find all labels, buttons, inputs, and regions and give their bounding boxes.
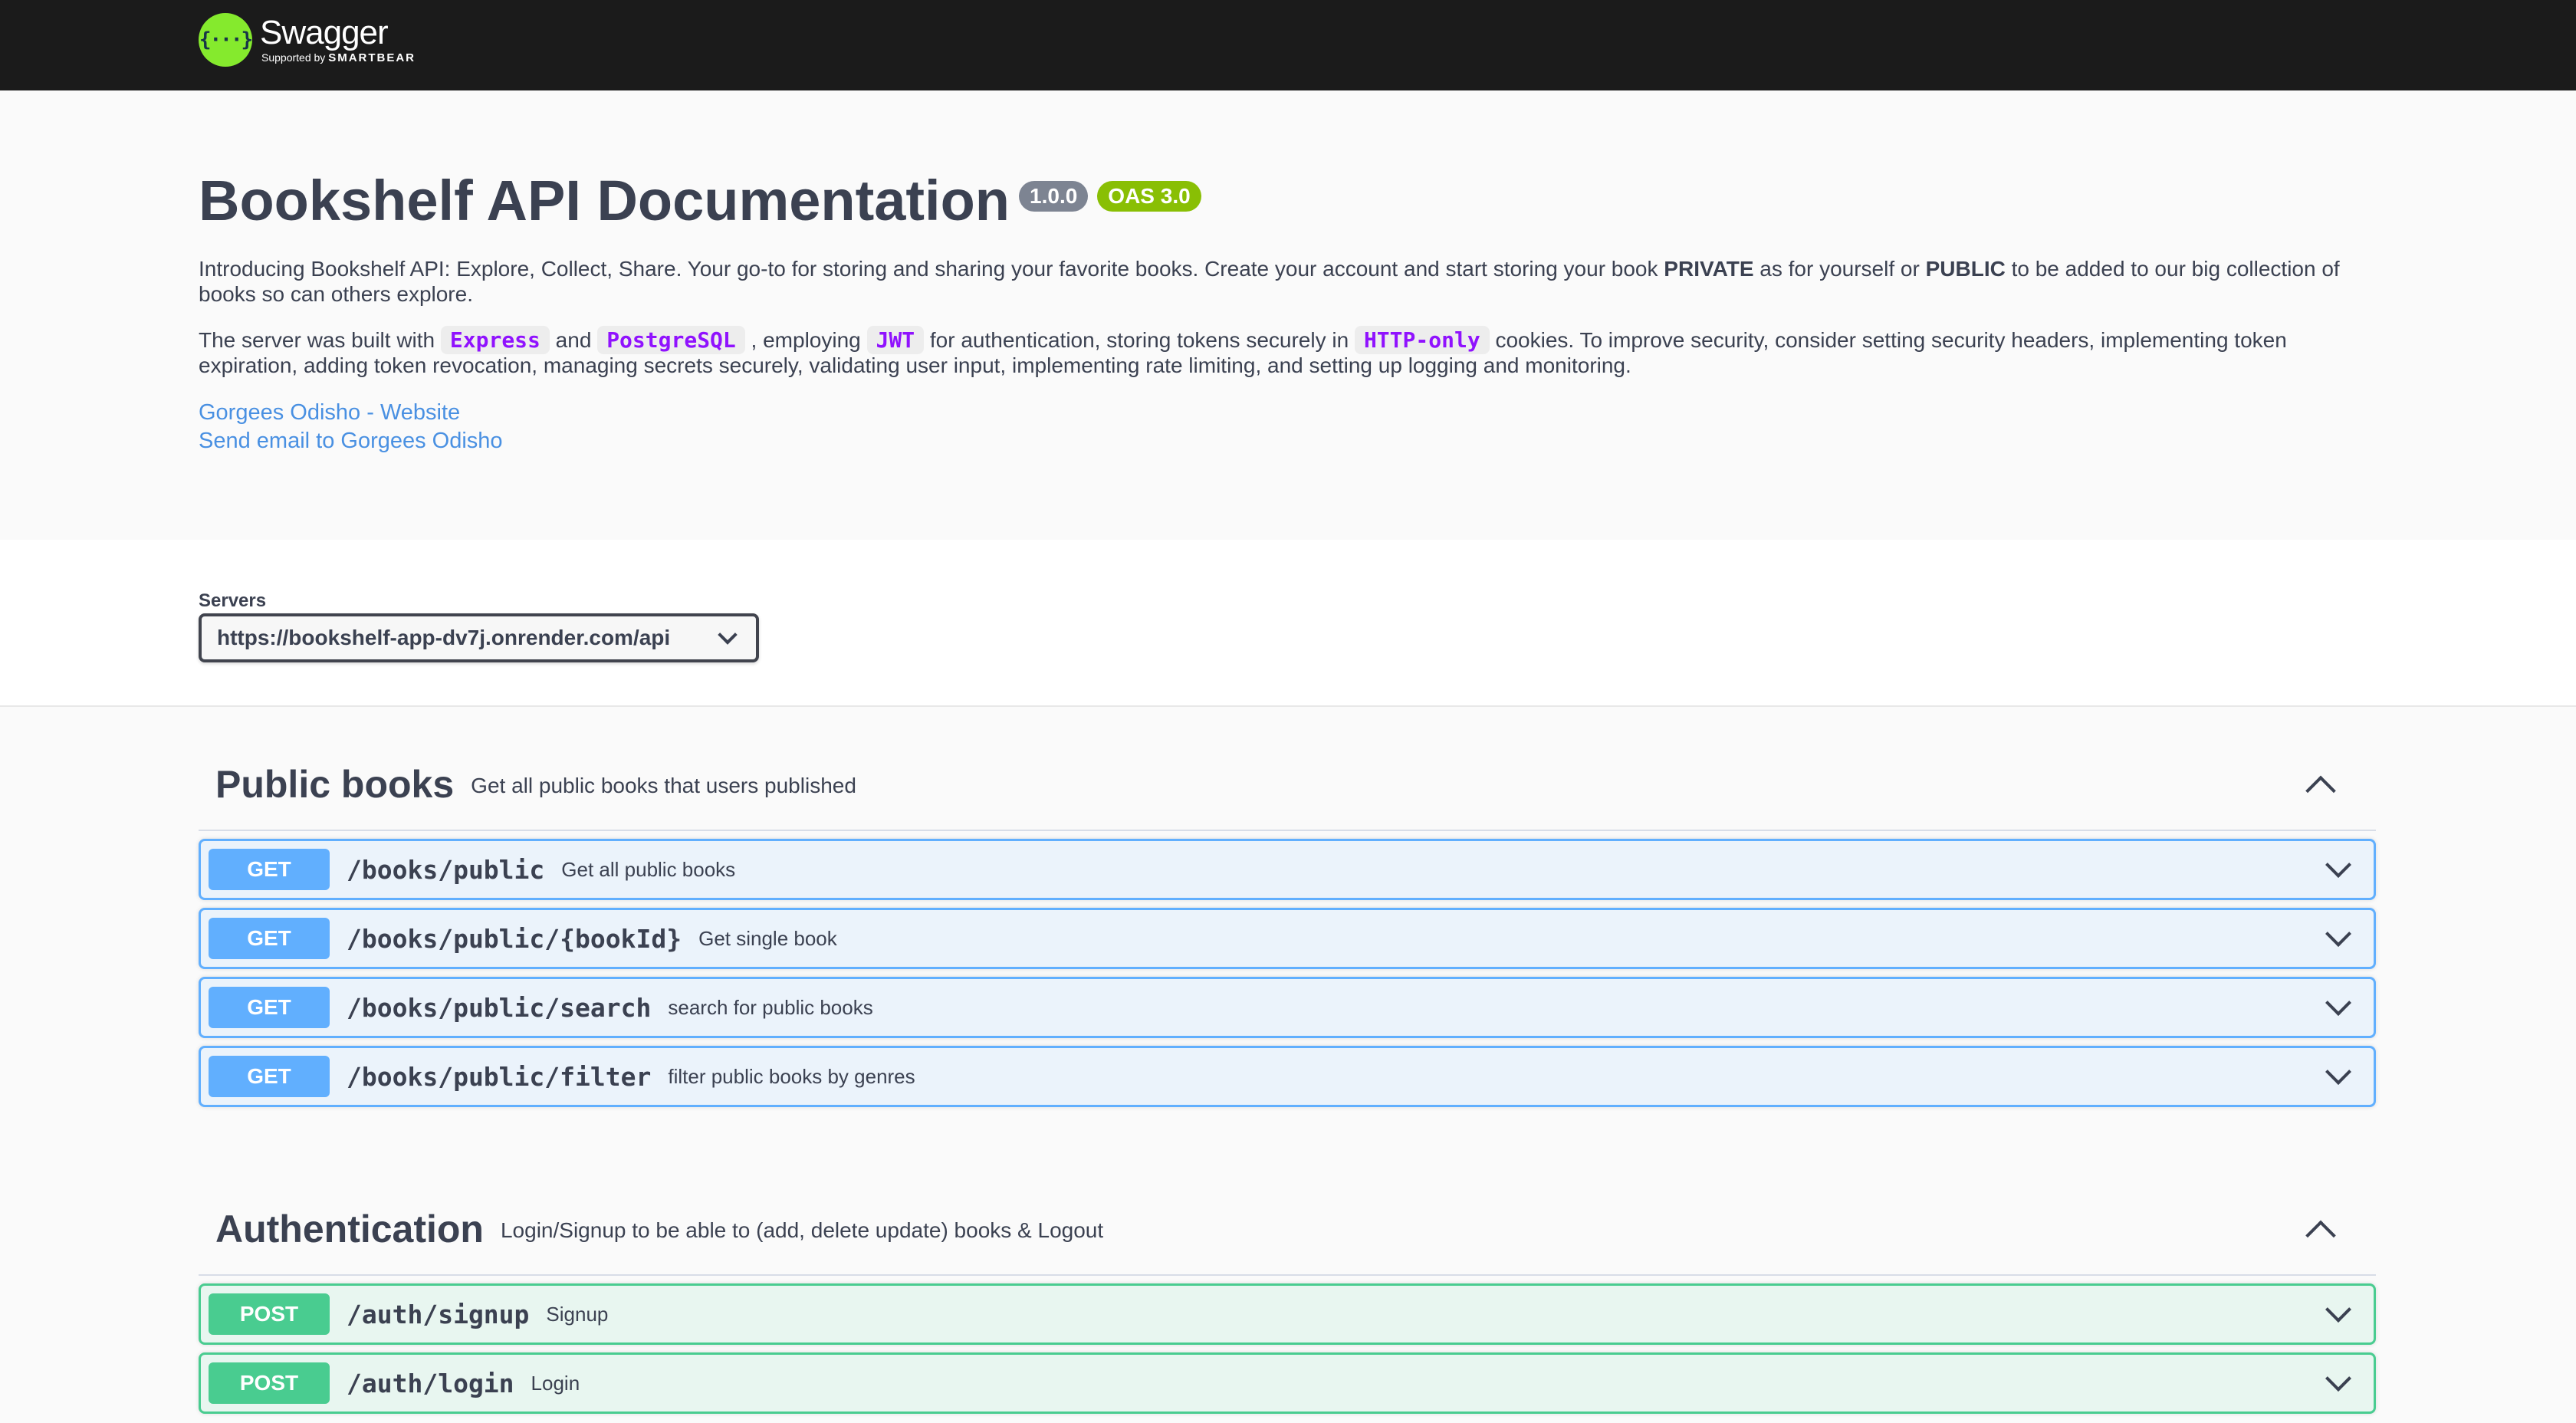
servers-label: Servers — [199, 590, 267, 611]
title-row: Bookshelf API Documentation 1.0.0 OAS 3.… — [199, 167, 2377, 235]
code-postgresql: PostgreSQL — [597, 326, 745, 354]
method-badge: POST — [209, 1362, 330, 1404]
swagger-logo-icon: {···} — [199, 13, 253, 67]
chevron-down-icon[interactable] — [2325, 852, 2351, 878]
method-badge: GET — [209, 918, 330, 959]
oas-badge: OAS 3.0 — [1097, 181, 1201, 212]
logo-text: Swagger Supported by SMARTBEAR — [260, 13, 416, 64]
website-link[interactable]: Gorgees Odisho - Website — [199, 399, 2377, 427]
email-link[interactable]: Send email to Gorgees Odisho — [199, 427, 2377, 455]
tag-name: Authentication — [215, 1208, 484, 1250]
operation-summary: Signup — [546, 1302, 609, 1326]
operation-summary: Login — [531, 1371, 580, 1395]
operation-post-auth-signup[interactable]: POST /auth/signup Signup — [199, 1283, 2376, 1345]
desc-text: The server was built with — [199, 328, 441, 352]
tag-header-authentication[interactable]: Authentication Login/Signup to be able t… — [199, 1184, 2376, 1276]
method-badge: GET — [209, 987, 330, 1028]
operation-summary: Get all public books — [561, 857, 736, 881]
contact-links: Gorgees Odisho - Website Send email to G… — [199, 399, 2377, 455]
operation-path: /auth/signup — [347, 1299, 530, 1329]
description-intro: Introducing Bookshelf API: Explore, Coll… — [199, 256, 2377, 307]
method-badge: POST — [209, 1293, 330, 1335]
tag-name: Public books — [215, 763, 455, 806]
tag-header-public-books[interactable]: Public books Get all public books that u… — [199, 739, 2376, 831]
operation-summary: Get single book — [698, 926, 837, 950]
api-info: Bookshelf API Documentation 1.0.0 OAS 3.… — [0, 90, 2576, 540]
chevron-down-icon[interactable] — [2325, 1059, 2351, 1085]
operation-get-books-public[interactable]: GET /books/public Get all public books — [199, 839, 2376, 900]
operation-get-books-filter[interactable]: GET /books/public/filter filter public b… — [199, 1046, 2376, 1107]
chevron-up-icon[interactable] — [2305, 1220, 2336, 1251]
operation-get-books-search[interactable]: GET /books/public/search search for publ… — [199, 977, 2376, 1038]
operation-path: /books/public — [347, 854, 545, 885]
chevron-down-icon[interactable] — [2325, 921, 2351, 947]
logo-name: Swagger — [260, 13, 389, 51]
desc-text: , employing — [744, 328, 867, 352]
logo-supported-by: Supported by — [261, 51, 326, 64]
top-bar: {···} Swagger Supported by SMARTBEAR — [0, 0, 2576, 90]
desc-public: PUBLIC — [1925, 257, 2006, 281]
operation-path: /auth/login — [347, 1368, 514, 1398]
servers-panel: Servers https://bookshelf-app-dv7j.onren… — [0, 540, 2576, 707]
code-express: Express — [440, 326, 550, 354]
chevron-up-icon[interactable] — [2305, 775, 2336, 807]
operation-summary: filter public books by genres — [668, 1064, 915, 1088]
code-jwt: JWT — [866, 326, 925, 354]
logo-sub: Supported by SMARTBEAR — [261, 51, 416, 64]
chevron-down-icon[interactable] — [2325, 990, 2351, 1016]
version-badge: 1.0.0 — [1019, 181, 1089, 212]
server-select[interactable]: https://bookshelf-app-dv7j.onrender.com/… — [199, 613, 759, 662]
operation-path: /books/public/filter — [347, 1061, 652, 1092]
operation-path: /books/public/search — [347, 992, 652, 1023]
swagger-logo[interactable]: {···} Swagger Supported by SMARTBEAR — [199, 13, 416, 67]
operation-summary: search for public books — [668, 995, 873, 1019]
desc-text: for authentication, storing tokens secur… — [924, 328, 1355, 352]
tag-description: Get all public books that users publishe… — [471, 774, 856, 797]
tag-section-authentication: Authentication Login/Signup to be able t… — [199, 1184, 2376, 1414]
desc-text: Introducing Bookshelf API: Explore, Coll… — [199, 257, 1664, 281]
desc-text: and — [549, 328, 598, 352]
chevron-down-icon[interactable] — [2325, 1365, 2351, 1392]
tag-description: Login/Signup to be able to (add, delete … — [500, 1218, 1104, 1242]
tag-section-public-books: Public books Get all public books that u… — [199, 739, 2376, 1107]
method-badge: GET — [209, 849, 330, 890]
operation-post-auth-login[interactable]: POST /auth/login Login — [199, 1352, 2376, 1414]
operation-path: /books/public/{bookId} — [347, 923, 682, 954]
method-badge: GET — [209, 1056, 330, 1097]
desc-text: as for yourself or — [1753, 257, 1926, 281]
desc-private: PRIVATE — [1664, 257, 1754, 281]
page-title: Bookshelf API Documentation — [199, 169, 1010, 232]
chevron-down-icon[interactable] — [2325, 1296, 2351, 1323]
logo-brand: SMARTBEAR — [328, 51, 416, 64]
code-http-only: HTTP-only — [1354, 326, 1490, 354]
chevron-down-icon — [718, 625, 738, 645]
operation-get-book-by-id[interactable]: GET /books/public/{bookId} Get single bo… — [199, 908, 2376, 969]
server-select-value: https://bookshelf-app-dv7j.onrender.com/… — [217, 626, 671, 649]
description-tech: The server was built with Express and Po… — [199, 326, 2377, 378]
